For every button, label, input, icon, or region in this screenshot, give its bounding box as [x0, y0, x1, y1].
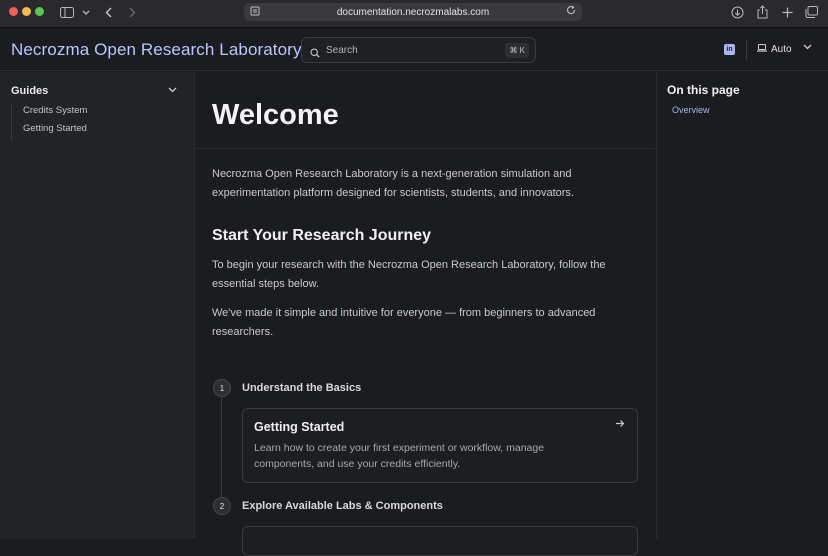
sidebar-section-title[interactable]: Guides: [11, 85, 48, 97]
step-title-2: Explore Available Labs & Components: [242, 500, 443, 512]
step-title-1: Understand the Basics: [242, 382, 362, 394]
chevron-down-icon[interactable]: [81, 4, 90, 20]
url-text: documentation.necrozmalabs.com: [336, 6, 490, 18]
download-icon[interactable]: [730, 4, 744, 20]
theme-selector[interactable]: Auto: [757, 44, 792, 55]
card-description: Learn how to create your first experimen…: [254, 442, 545, 470]
laptop-icon: [757, 44, 767, 55]
main-content: Welcome Necrozma Open Research Laborator…: [196, 72, 655, 556]
chevron-down-icon[interactable]: [803, 42, 812, 53]
toc-title: On this page: [667, 83, 740, 97]
new-tab-icon[interactable]: [781, 4, 793, 20]
site-brand-link[interactable]: Necrozma Open Research Laboratory: [11, 40, 302, 60]
toc-item-overview[interactable]: Overview: [672, 105, 710, 115]
close-window-button[interactable]: [9, 7, 18, 16]
getting-started-card[interactable]: Getting Started Learn how to create your…: [242, 408, 638, 483]
sidebar: Guides Credits System Getting Started: [0, 72, 195, 538]
reader-icon[interactable]: [250, 6, 261, 17]
search-icon: [310, 45, 320, 58]
paragraph-1: To begin your research with the Necrozma…: [212, 259, 606, 290]
page-title: Welcome: [212, 99, 339, 131]
search-shortcut-badge: ⌘ K: [505, 43, 529, 58]
sidebar-toggle-icon[interactable]: [60, 4, 74, 20]
header-divider: [746, 40, 747, 60]
paragraph-2: We've made it simple and intuitive for e…: [212, 307, 596, 338]
theme-label: Auto: [771, 44, 792, 55]
sidebar-item-credits-system[interactable]: Credits System: [12, 104, 87, 122]
forward-icon[interactable]: [127, 4, 137, 20]
section-heading: Start Your Research Journey: [212, 227, 432, 244]
address-bar[interactable]: documentation.necrozmalabs.com: [244, 3, 582, 21]
search-input[interactable]: Search ⌘ K: [301, 37, 536, 63]
explore-labs-card[interactable]: [242, 526, 638, 556]
arrow-right-icon: [615, 419, 625, 431]
site-header: Necrozma Open Research Laboratory Search…: [0, 29, 828, 71]
step-number-1: 1: [213, 379, 231, 397]
search-placeholder: Search: [326, 44, 358, 56]
share-icon[interactable]: [756, 4, 768, 20]
sidebar-nav-list: Credits System Getting Started: [11, 104, 87, 140]
steps-timeline-line: [221, 397, 222, 497]
reload-icon[interactable]: [566, 5, 576, 18]
zoom-window-button[interactable]: [35, 7, 44, 16]
card-title: Getting Started: [254, 420, 345, 434]
tabs-overview-icon[interactable]: [805, 4, 818, 20]
title-divider: [196, 148, 655, 149]
intro-paragraph: Necrozma Open Research Laboratory is a n…: [212, 168, 574, 199]
back-icon[interactable]: [103, 4, 113, 20]
table-of-contents: On this page Overview: [656, 72, 828, 538]
minimize-window-button[interactable]: [22, 7, 31, 16]
linkedin-icon[interactable]: in: [724, 44, 735, 55]
step-number-2: 2: [213, 497, 231, 515]
browser-toolbar: documentation.necrozmalabs.com: [0, 0, 828, 28]
sidebar-item-getting-started[interactable]: Getting Started: [12, 122, 87, 140]
chevron-down-icon[interactable]: [168, 85, 177, 95]
